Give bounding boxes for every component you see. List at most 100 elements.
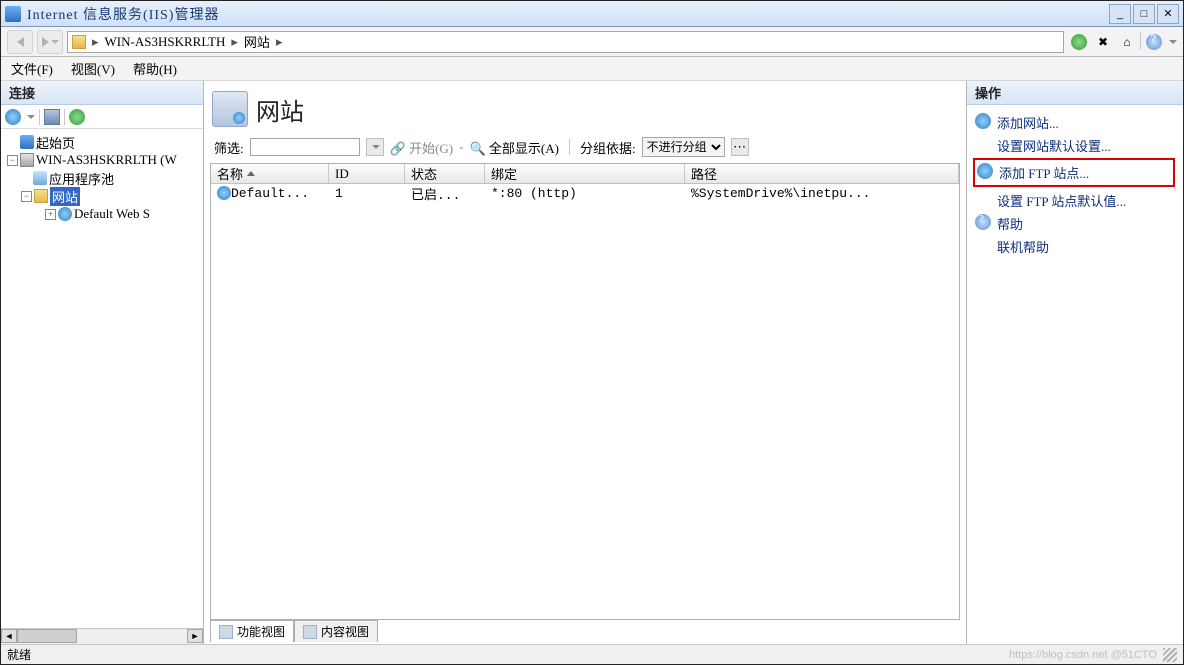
nav-forward-button[interactable] xyxy=(37,30,63,54)
content-icon xyxy=(303,625,317,639)
arrow-right-icon xyxy=(42,37,49,47)
site-icon xyxy=(217,186,231,200)
connections-header: 连接 xyxy=(1,81,203,105)
connection-tree: 起始页 − WIN-AS3HSKRRLTH (W 应用程序池 − 网站 xyxy=(1,129,203,628)
menubar: 文件(F) 视图(V) 帮助(H) xyxy=(1,57,1183,81)
col-id-header[interactable]: ID xyxy=(329,164,405,183)
tree-sites-node[interactable]: − 网站 xyxy=(5,187,203,205)
site-icon xyxy=(58,207,72,221)
groupby-label: 分组依据: xyxy=(580,138,636,157)
center-pane: 网站 筛选: 🔗 开始(G) - 🔍 全部显示(A) 分组依据: 不进行分组 ⋯… xyxy=(204,81,967,644)
nav-home-icon[interactable]: ⌂ xyxy=(1116,32,1138,52)
action-add-website[interactable]: 添加网站... xyxy=(975,111,1175,134)
scroll-right-button[interactable]: ► xyxy=(187,629,203,643)
close-button[interactable]: ✕ xyxy=(1157,4,1179,24)
sort-asc-icon xyxy=(247,171,255,176)
statusbar: 就绪 https://blog.csdn.net @51CTO xyxy=(1,644,1183,664)
tab-features-view[interactable]: 功能视图 xyxy=(210,620,294,642)
features-icon xyxy=(219,625,233,639)
minimize-button[interactable]: _ xyxy=(1109,4,1131,24)
tree-server-node[interactable]: − WIN-AS3HSKRRLTH (W xyxy=(5,151,203,169)
tree-start-page[interactable]: 起始页 xyxy=(5,133,203,151)
tree-app-pools[interactable]: 应用程序池 xyxy=(5,169,203,187)
filter-go-button[interactable] xyxy=(366,138,384,156)
menu-help[interactable]: 帮助(H) xyxy=(133,59,177,78)
groupby-extra-button[interactable]: ⋯ xyxy=(731,138,749,156)
help-icon xyxy=(975,214,991,230)
scroll-left-button[interactable]: ◄ xyxy=(1,629,17,643)
grid-header: 名称 ID 状态 绑定 路径 xyxy=(211,164,959,184)
save-icon[interactable] xyxy=(44,109,60,125)
action-add-ftp-site[interactable]: 添加 FTP 站点... xyxy=(977,161,1171,184)
actions-list: 添加网站... 设置网站默认设置... 添加 FTP 站点... 设置 FTP … xyxy=(967,105,1183,644)
col-bind-header[interactable]: 绑定 xyxy=(485,164,685,183)
breadcrumb-node[interactable]: 网站 xyxy=(244,32,270,51)
left-h-scrollbar[interactable]: ◄ ► xyxy=(1,628,203,644)
collapse-icon[interactable]: − xyxy=(21,191,32,202)
col-name-header[interactable]: 名称 xyxy=(211,164,329,183)
maximize-button[interactable]: □ xyxy=(1133,4,1155,24)
tab-content-view[interactable]: 内容视图 xyxy=(294,620,378,642)
col-state-header[interactable]: 状态 xyxy=(405,164,485,183)
chevron-down-icon[interactable] xyxy=(27,115,35,119)
watermark-text: https://blog.csdn.net @51CTO xyxy=(1009,649,1157,661)
arrow-left-icon xyxy=(17,37,24,47)
globe-icon xyxy=(977,163,993,179)
chevron-down-icon[interactable] xyxy=(1169,40,1177,44)
window-title: Internet 信息服务(IIS)管理器 xyxy=(27,4,1109,24)
folder-icon xyxy=(34,189,48,203)
sites-large-icon xyxy=(212,91,248,127)
refresh-icon[interactable] xyxy=(69,109,85,125)
table-row[interactable]: Default... 1 已启... *:80 (http) %SystemDr… xyxy=(211,184,959,202)
app-icon xyxy=(5,6,21,22)
page-title: 网站 xyxy=(256,92,304,127)
start-button[interactable]: 🔗 开始(G) xyxy=(390,138,453,157)
nav-back-button[interactable] xyxy=(7,30,33,54)
status-text: 就绪 xyxy=(7,646,31,663)
breadcrumb-sep-icon: ▸ xyxy=(231,34,238,50)
tree-default-site[interactable]: + Default Web S xyxy=(5,205,203,223)
groupby-select[interactable]: 不进行分组 xyxy=(642,137,725,157)
view-tabs: 功能视图 内容视图 xyxy=(210,620,960,642)
breadcrumb-sep-icon: ▸ xyxy=(276,34,283,50)
chevron-down-icon xyxy=(51,40,59,44)
scroll-thumb[interactable] xyxy=(17,629,77,643)
action-online-help[interactable]: 联机帮助 xyxy=(975,235,1175,258)
breadcrumb-sep-icon: ▸ xyxy=(92,34,99,50)
filter-bar: 筛选: 🔗 开始(G) - 🔍 全部显示(A) 分组依据: 不进行分组 ⋯ xyxy=(210,135,960,161)
action-site-defaults[interactable]: 设置网站默认设置... xyxy=(975,134,1175,157)
nav-help-icon[interactable] xyxy=(1143,32,1165,52)
filter-label: 筛选: xyxy=(214,138,244,157)
collapse-icon[interactable]: − xyxy=(7,155,18,166)
connections-pane: 连接 起始页 − WIN-AS3HSKRRLTH (W xyxy=(1,81,204,644)
connect-icon[interactable] xyxy=(5,109,21,125)
server-icon xyxy=(20,153,34,167)
globe-icon xyxy=(975,113,991,129)
menu-file[interactable]: 文件(F) xyxy=(11,59,53,78)
sites-grid: 名称 ID 状态 绑定 路径 Default... 1 已启... *:80 (… xyxy=(210,163,960,620)
app-pool-icon xyxy=(33,171,47,185)
action-ftp-defaults[interactable]: 设置 FTP 站点默认值... xyxy=(975,189,1175,212)
connections-toolbar xyxy=(1,105,203,129)
titlebar: Internet 信息服务(IIS)管理器 _ □ ✕ xyxy=(1,1,1183,27)
menu-view[interactable]: 视图(V) xyxy=(71,59,115,78)
breadcrumb[interactable]: ▸ WIN-AS3HSKRRLTH ▸ 网站 ▸ xyxy=(67,31,1064,53)
center-header: 网站 xyxy=(210,85,960,135)
body: 连接 起始页 − WIN-AS3HSKRRLTH (W xyxy=(1,81,1183,644)
expand-icon[interactable]: + xyxy=(45,209,56,220)
folder-icon xyxy=(72,35,86,49)
breadcrumb-server[interactable]: WIN-AS3HSKRRLTH xyxy=(105,34,226,50)
grid-body: Default... 1 已启... *:80 (http) %SystemDr… xyxy=(211,184,959,619)
filter-input[interactable] xyxy=(250,138,360,156)
tree-selected-label: 网站 xyxy=(50,187,80,206)
nav-bar: ▸ WIN-AS3HSKRRLTH ▸ 网站 ▸ ✖ ⌂ xyxy=(1,27,1183,57)
app-window: Internet 信息服务(IIS)管理器 _ □ ✕ ▸ WIN-AS3HSK… xyxy=(0,0,1184,665)
nav-refresh-icon[interactable] xyxy=(1068,32,1090,52)
highlight-box: 添加 FTP 站点... xyxy=(973,158,1175,187)
col-path-header[interactable]: 路径 xyxy=(685,164,959,183)
action-help[interactable]: 帮助 xyxy=(975,212,1175,235)
resize-grip-icon[interactable] xyxy=(1163,648,1177,662)
start-page-icon xyxy=(20,135,34,149)
nav-stop-icon[interactable]: ✖ xyxy=(1092,32,1114,52)
show-all-button[interactable]: 🔍 全部显示(A) xyxy=(469,138,558,157)
